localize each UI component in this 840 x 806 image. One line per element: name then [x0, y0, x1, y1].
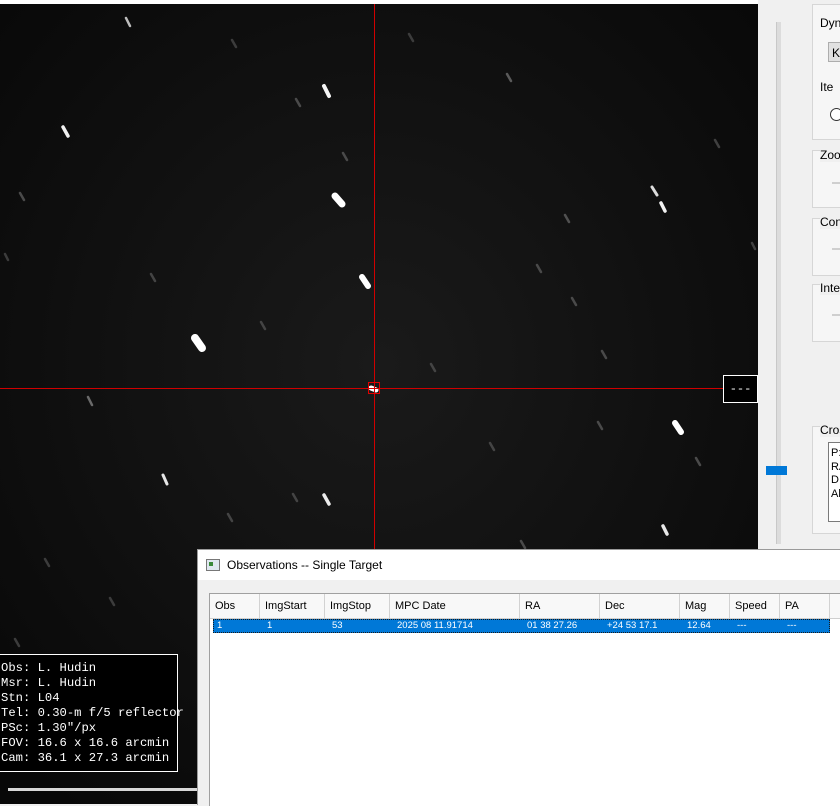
cross-line: P: — [831, 447, 840, 459]
iterations-radio[interactable] — [830, 108, 840, 121]
observation-info-overlay: Obs: L. Hudin Msr: L. Hudin Stn: L04 Tel: 0… — [0, 654, 184, 772]
observations-window: Observations -- Single Target Obs ImgSta… — [197, 549, 840, 806]
cross-line: DI — [831, 474, 840, 486]
cell-mag: 12.64 — [687, 620, 711, 631]
dynamics-label: Dyn — [820, 16, 840, 30]
intensity-slider[interactable] — [832, 314, 840, 316]
column-header-mpc-date[interactable]: MPC Date — [390, 594, 520, 618]
info-station: Stn: L04 — [1, 691, 60, 705]
dynamics-button[interactable]: K- — [828, 42, 840, 62]
observations-table[interactable]: Obs ImgStart ImgStop MPC Date RA Dec Mag… — [209, 593, 840, 806]
cross-line: Al — [831, 487, 840, 500]
crosshair-label: Cros — [820, 423, 840, 437]
column-header-imgstop[interactable]: ImgStop — [325, 594, 390, 618]
column-header-speed[interactable]: Speed — [730, 594, 780, 618]
zoom-slider[interactable] — [832, 182, 840, 184]
table-header: Obs ImgStart ImgStop MPC Date RA Dec Mag… — [210, 594, 840, 619]
vertical-slider-thumb[interactable] — [766, 466, 787, 475]
info-measurer: Msr: L. Hudin — [1, 676, 97, 690]
intensity-label: Inte — [820, 281, 840, 295]
contrast-label: Con — [820, 215, 840, 229]
info-observer: Obs: L. Hudin — [1, 661, 97, 675]
column-header-mag[interactable]: Mag — [680, 594, 730, 618]
info-telescope: Tel: 0.30-m f/5 reflector — [1, 706, 184, 720]
cell-imgstop: 53 — [332, 620, 343, 631]
cell-pa: --- — [787, 620, 797, 631]
column-header-pa[interactable]: PA — [780, 594, 830, 618]
crosshair-readout: --- — [723, 375, 758, 403]
table-row[interactable]: 1 1 53 2025 08 11.91714 01 38 27.26 +24 … — [213, 619, 830, 633]
contrast-slider[interactable] — [832, 248, 840, 250]
cross-line: RA — [831, 460, 840, 473]
target-marker[interactable] — [368, 382, 380, 394]
zoom-label: Zoo — [820, 148, 840, 162]
cell-ra: 01 38 27.26 — [527, 620, 578, 631]
column-header-dec[interactable]: Dec — [600, 594, 680, 618]
window-icon — [206, 559, 220, 571]
info-camera: Cam: 36.1 x 27.3 arcmin — [1, 751, 170, 765]
cell-mpc-date: 2025 08 11.91714 — [397, 620, 473, 631]
column-header-ra[interactable]: RA — [520, 594, 600, 618]
settings-panel: Dyn K- Ite Zoo Con Inte Cros P:RADIAl — [812, 4, 840, 544]
info-pixel-scale: PSc: 1.30"/px — [1, 721, 97, 735]
cell-dec: +24 53 17.1 — [607, 620, 658, 631]
cell-obs: 1 — [217, 620, 223, 631]
observations-titlebar[interactable]: Observations -- Single Target — [198, 550, 840, 580]
cell-imgstart: 1 — [267, 620, 273, 631]
crosshair-info-text: P:RADIAl — [828, 442, 840, 522]
info-fov: FOV: 16.6 x 16.6 arcmin — [1, 736, 170, 750]
column-header-imgstart[interactable]: ImgStart — [260, 594, 325, 618]
observations-title: Observations -- Single Target — [227, 558, 383, 572]
iterations-label: Ite — [820, 80, 834, 94]
cell-speed: --- — [737, 620, 747, 631]
horizontal-scrollbar[interactable] — [8, 788, 198, 791]
column-header-obs[interactable]: Obs — [210, 594, 260, 618]
